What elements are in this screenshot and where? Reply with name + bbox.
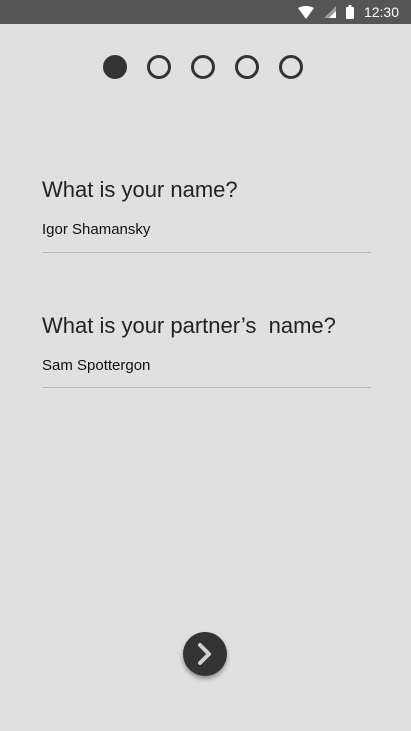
name-field-underline (42, 252, 371, 253)
step-dot-3 (191, 55, 215, 79)
chevron-right-icon (198, 643, 211, 665)
status-icons: 12:30 (297, 4, 399, 20)
step-dot-2 (147, 55, 171, 79)
step-indicator (103, 55, 303, 79)
cellular-signal-icon (323, 6, 336, 18)
partner-name-field[interactable]: Sam Spottergon (42, 357, 150, 374)
name-question-label: What is your name? (42, 177, 238, 202)
step-dot-4 (235, 55, 259, 79)
step-dot-1 (103, 55, 127, 79)
partner-name-field-underline (42, 387, 371, 388)
partner-name-question-label: What is your partner’s name? (42, 313, 336, 338)
step-dot-5 (279, 55, 303, 79)
status-bar: 12:30 (0, 0, 411, 24)
status-time: 12:30 (363, 4, 399, 20)
battery-icon (345, 5, 354, 19)
wifi-icon (297, 5, 314, 19)
name-field[interactable]: Igor Shamansky (42, 221, 150, 238)
next-button[interactable] (183, 632, 227, 676)
